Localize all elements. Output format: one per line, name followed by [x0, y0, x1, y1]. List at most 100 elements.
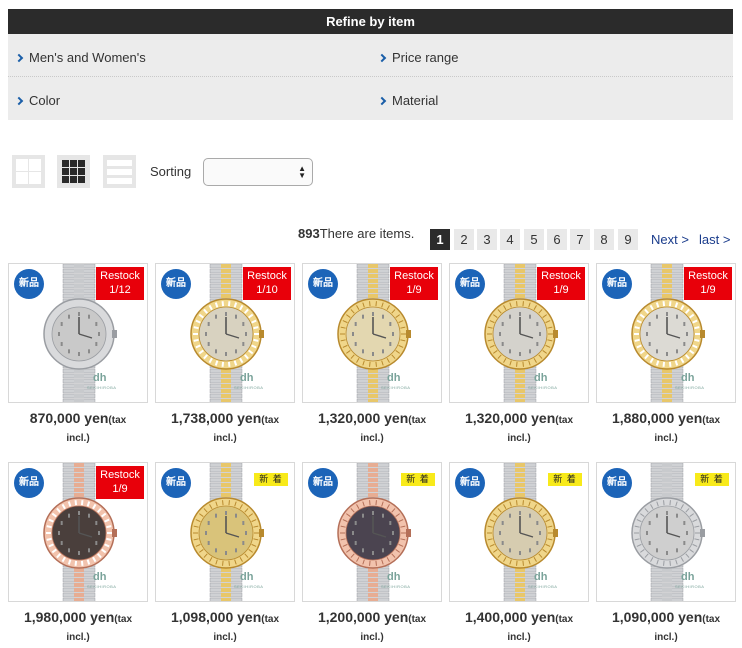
sorting-label: Sorting: [150, 164, 192, 179]
watermark-logo: dh: [93, 571, 107, 583]
refine-gender[interactable]: Men's and Women's: [8, 34, 370, 77]
watermark-text: SEKIHIROBA: [528, 385, 558, 390]
tax-note: incl.): [360, 632, 384, 643]
price-amount: 1,738,000 yen: [170, 410, 262, 426]
restock-badge: Restock 1/9: [684, 267, 732, 300]
price-amount: 870,000 yen: [29, 410, 109, 426]
grid-2x2-icon[interactable]: [12, 155, 45, 188]
new-badge: 新品: [161, 269, 191, 299]
tax-note: (tax: [702, 415, 721, 426]
watermark-text: SEKIHIROBA: [675, 385, 705, 390]
refine-label: Material: [392, 93, 439, 108]
page-link-3[interactable]: 3: [477, 229, 497, 250]
refine-material[interactable]: Material: [371, 77, 733, 120]
refine-label: Price range: [392, 50, 459, 65]
tax-note: (tax: [261, 614, 280, 625]
watermark-logo: dh: [681, 571, 695, 583]
restock-badge: Restock 1/10: [243, 267, 291, 300]
new-badge: 新品: [455, 468, 485, 498]
tax-note: (tax: [555, 614, 574, 625]
product-image[interactable]: 新品 Restock 1/9 dh SEKIHIROBA: [596, 263, 736, 403]
restock-label: Restock: [100, 469, 140, 481]
product-price: 1,320,000 yen(tax incl.): [449, 410, 589, 447]
refine-label: Color: [29, 93, 61, 108]
select-arrows-icon: ▲ ▼: [298, 164, 306, 180]
product-image[interactable]: 新品 新 着 dh SEKIHIROBA: [302, 462, 442, 602]
product-price: 1,400,000 yen(tax incl.): [449, 609, 589, 646]
new-badge: 新品: [14, 269, 44, 299]
chevron-right-icon: [377, 53, 387, 63]
product-price: 1,090,000 yen(tax incl.): [596, 609, 736, 646]
page-link-8[interactable]: 8: [594, 229, 614, 250]
product-image[interactable]: 新品 Restock 1/10 dh SEKIHIROBA: [155, 263, 295, 403]
price-amount: 1,320,000 yen: [464, 410, 556, 426]
chevron-right-icon: [377, 96, 387, 106]
price-amount: 1,400,000 yen: [464, 609, 556, 625]
watermark-text: SEKIHIROBA: [87, 385, 117, 390]
watermark-text: SEKIHIROBA: [675, 584, 705, 589]
tax-note: (tax: [108, 415, 127, 426]
product-image[interactable]: 新品 Restock 1/9 dh SEKIHIROBA: [8, 462, 148, 602]
new-badge: 新品: [602, 468, 632, 498]
watermark-text: SEKIHIROBA: [234, 385, 264, 390]
tax-note: incl.): [360, 433, 384, 444]
restock-count: 1/12: [109, 284, 131, 296]
price-amount: 1,980,000 yen: [23, 609, 115, 625]
price-amount: 1,200,000 yen: [317, 609, 409, 625]
product-price: 1,200,000 yen(tax incl.): [302, 609, 442, 646]
restock-badge: Restock 1/9: [390, 267, 438, 300]
restock-count: 1/10: [256, 284, 278, 296]
tax-note: incl.): [213, 433, 237, 444]
product-price: 1,098,000 yen(tax incl.): [155, 609, 295, 646]
refine-label: Men's and Women's: [29, 50, 146, 65]
product-image[interactable]: 新品 Restock 1/9 dh SEKIHIROBA: [449, 263, 589, 403]
list-icon[interactable]: [103, 155, 136, 188]
sorting-select[interactable]: ▲ ▼: [203, 158, 313, 186]
product-image[interactable]: 新品 Restock 1/12 dh SEKIHIROBA: [8, 263, 148, 403]
product-price: 1,320,000 yen(tax incl.): [302, 410, 442, 447]
page-link-4[interactable]: 4: [500, 229, 520, 250]
restock-label: Restock: [394, 270, 434, 282]
new-arrival-badge: 新 着: [695, 473, 729, 486]
price-amount: 1,320,000 yen: [317, 410, 409, 426]
new-badge: 新品: [308, 468, 338, 498]
product-image[interactable]: 新品 新 着 dh SEKIHIROBA: [596, 462, 736, 602]
page-link-6[interactable]: 6: [547, 229, 567, 250]
next-page-link[interactable]: Next >: [651, 232, 689, 247]
grid-3x3-icon[interactable]: [57, 155, 90, 188]
product-price: 1,880,000 yen(tax incl.): [596, 410, 736, 447]
watermark-logo: dh: [681, 372, 695, 384]
tax-note: incl.): [507, 632, 531, 643]
product-price: 1,980,000 yen(tax incl.): [8, 609, 148, 646]
refine-color[interactable]: Color: [8, 77, 370, 120]
page-link-2[interactable]: 2: [454, 229, 474, 250]
last-page-link[interactable]: last >: [699, 232, 730, 247]
tax-note: (tax: [408, 614, 427, 625]
price-amount: 1,090,000 yen: [611, 609, 703, 625]
refine-price-range[interactable]: Price range: [371, 34, 733, 77]
new-badge: 新品: [161, 468, 191, 498]
watermark-logo: dh: [240, 372, 254, 384]
page-link-1[interactable]: 1: [430, 229, 450, 250]
page-link-5[interactable]: 5: [524, 229, 544, 250]
watermark-text: SEKIHIROBA: [381, 584, 411, 589]
page-link-9[interactable]: 9: [618, 229, 638, 250]
watermark-text: SEKIHIROBA: [234, 584, 264, 589]
refine-row: Color Material: [8, 77, 733, 120]
restock-count: 1/9: [406, 284, 422, 296]
refine-header: Refine by item: [8, 9, 733, 34]
result-count: 893There are items.: [298, 226, 414, 241]
product-image[interactable]: 新品 Restock 1/9 dh SEKIHIROBA: [302, 263, 442, 403]
product-image[interactable]: 新品 新 着 dh SEKIHIROBA: [155, 462, 295, 602]
chevron-right-icon: [14, 53, 24, 63]
watermark-logo: dh: [534, 372, 548, 384]
refine-row: Men's and Women's Price range: [8, 34, 733, 77]
product-image[interactable]: 新品 新 着 dh SEKIHIROBA: [449, 462, 589, 602]
tax-note: (tax: [408, 415, 427, 426]
refine-panel: Men's and Women's Price range Color Mate…: [8, 34, 733, 120]
new-arrival-badge: 新 着: [254, 473, 288, 486]
page-link-7[interactable]: 7: [570, 229, 590, 250]
restock-count: 1/9: [112, 483, 128, 495]
restock-label: Restock: [541, 270, 581, 282]
new-badge: 新品: [602, 269, 632, 299]
